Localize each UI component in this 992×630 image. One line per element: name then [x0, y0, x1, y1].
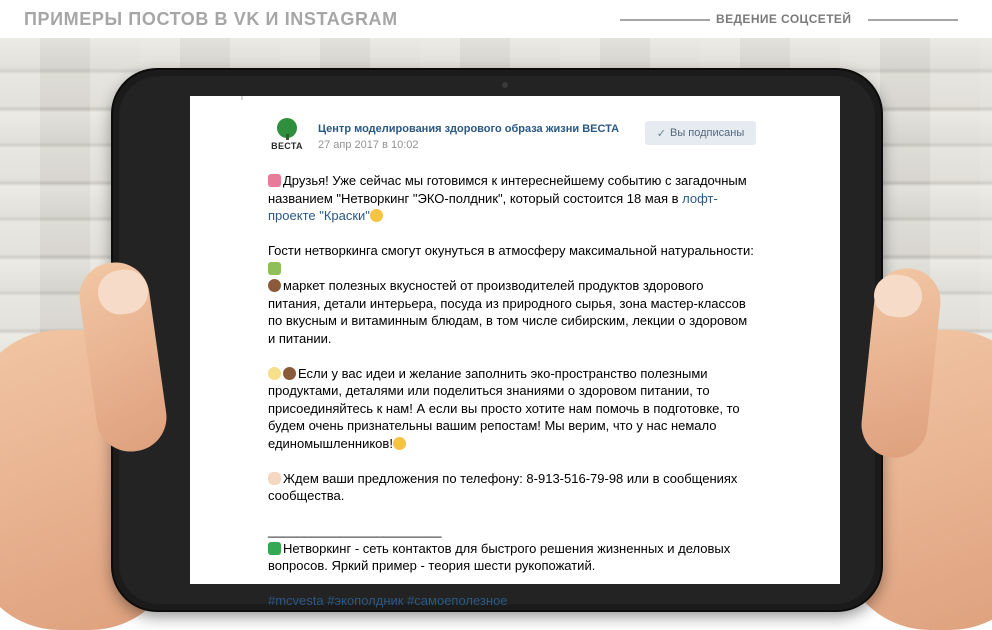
post-date[interactable]: 27 апр 2017 в 10:02 [318, 139, 419, 151]
post-paragraph-4: Ждем ваши предложения по телефону: 8-913… [268, 470, 738, 503]
post-paragraph-1: Друзья! Уже сейчас мы готовимся к интере… [268, 173, 747, 223]
smile-icon [268, 174, 281, 187]
cookie-icon [268, 279, 281, 292]
post-paragraph-2: Гости нетворкинга смогут окунуться в атм… [268, 243, 754, 346]
post-paragraph-5: Нетворкинг - сеть контактов для быстрого… [268, 540, 731, 573]
smile-icon [369, 209, 383, 222]
logo-text: ВЕСТА [271, 141, 303, 151]
header-title: ПРИМЕРЫ ПОСТОВ В VK И INSTAGRAM [24, 9, 398, 29]
header-divider-right [868, 19, 958, 21]
header-subtitle: ВЕДЕНИЕ СОЦСЕТЕЙ [716, 12, 852, 26]
subscribed-label: Вы подписаны [669, 127, 745, 139]
feed-edge [241, 96, 243, 100]
page-header: ПРИМЕРЫ ПОСТОВ В VK И INSTAGRAM ВЕДЕНИЕ … [0, 0, 992, 38]
post-paragraph-3: Если у вас идеи и желание заполнить эко-… [268, 365, 740, 451]
header-divider-left [620, 19, 710, 21]
check-icon: ✓ [656, 127, 666, 140]
post-divider: ________________________ [268, 523, 442, 538]
bulb-icon [268, 366, 281, 380]
woman-icon [283, 366, 296, 380]
wink-icon [392, 436, 406, 450]
camera-icon [502, 82, 508, 88]
sparkle-icon [268, 541, 281, 555]
tree-logo-icon [277, 118, 297, 140]
community-name-link[interactable]: Центр моделирования здорового образа жиз… [318, 123, 619, 135]
clap-icon [268, 471, 281, 485]
sprout-icon [268, 261, 281, 275]
community-avatar[interactable]: ВЕСТА [270, 118, 304, 152]
subscribed-button[interactable]: ✓ Вы подписаны [645, 121, 756, 145]
post-body: Друзья! Уже сейчас мы готовимся к интере… [268, 172, 758, 610]
